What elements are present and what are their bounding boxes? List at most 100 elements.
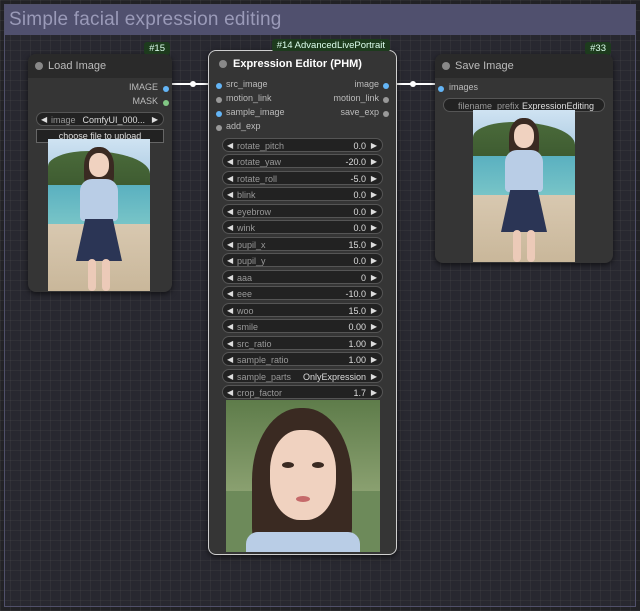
add-exp-input-slot[interactable]	[216, 125, 222, 131]
save-image-node[interactable]: #33 Save Image images filename_prefix Ex…	[435, 42, 613, 263]
arrow-left-icon[interactable]: ◀	[227, 205, 233, 219]
arrow-left-icon[interactable]: ◀	[227, 139, 233, 153]
arrow-right-icon[interactable]: ▶	[371, 155, 377, 169]
group-title[interactable]: Simple facial expression editing	[5, 5, 635, 35]
arrow-left-icon[interactable]: ◀	[227, 238, 233, 252]
output-row: MASK	[28, 96, 172, 110]
image-output-slot[interactable]	[163, 86, 169, 92]
node-title-text: Expression Editor (PHM)	[233, 58, 362, 70]
src-image-input-slot[interactable]	[216, 83, 222, 89]
link-midpoint-dot[interactable]	[190, 81, 196, 87]
arrow-right-icon[interactable]: ▶	[371, 139, 377, 153]
arrow-left-icon[interactable]: ◀	[227, 254, 233, 268]
widget-value: ComfyUI_000...	[82, 115, 145, 125]
io-row: src_image image	[209, 79, 396, 93]
arrow-left-icon[interactable]: ◀	[227, 320, 233, 334]
param-pupil-x-widget[interactable]: ◀ pupil_x 15.0 ▶	[222, 236, 383, 252]
param-label: eyebrow	[237, 206, 272, 217]
param-value: 0.0	[353, 190, 366, 200]
load-image-node[interactable]: #15 Load Image IMAGE MASK ◀ image ComfyU…	[28, 42, 172, 292]
io-row: sample_image save_exp	[209, 107, 396, 121]
param-crop-factor-widget[interactable]: ◀ crop_factor 1.7 ▶	[222, 385, 383, 399]
arrow-left-icon[interactable]: ◀	[227, 370, 233, 384]
arrow-right-icon[interactable]: ▶	[371, 172, 377, 186]
link-midpoint-dot[interactable]	[410, 81, 416, 87]
param-label: smile	[237, 322, 259, 332]
param-wink-widget[interactable]: ◀ wink 0.0 ▶	[222, 220, 383, 234]
arrow-left-icon[interactable]: ◀	[227, 271, 233, 285]
param-sample-ratio-widget[interactable]: ◀ sample_ratio 1.00 ▶	[222, 352, 383, 366]
loaded-image-preview	[48, 139, 150, 291]
param-woo-widget[interactable]: ◀ woo 15.0 ▶	[222, 302, 383, 318]
arrow-right-icon[interactable]: ▶	[371, 238, 377, 252]
arrow-right-icon[interactable]: ▶	[371, 205, 377, 219]
param-pupil-y-widget[interactable]: ◀ pupil_y 0.0 ▶	[222, 253, 383, 267]
arrow-left-icon[interactable]: ◀	[227, 155, 233, 169]
param-value: 1.00	[348, 355, 366, 365]
param-eee-widget[interactable]: ◀ eee -10.0 ▶	[222, 286, 383, 300]
param-value: 0.0	[353, 140, 366, 151]
param-sample-parts-widget[interactable]: ◀ sample_parts OnlyExpression ▶	[222, 368, 383, 384]
input-row: images	[435, 82, 613, 96]
param-label: rotate_pitch	[237, 140, 285, 151]
save-exp-output-slot[interactable]	[383, 111, 389, 117]
arrow-right-icon[interactable]: ▶	[371, 271, 377, 285]
node-title[interactable]: Load Image	[28, 54, 172, 78]
io-row: motion_link motion_link	[209, 93, 396, 107]
node-title[interactable]: Expression Editor (PHM)	[209, 51, 396, 77]
collapse-dot-icon[interactable]	[442, 62, 450, 70]
param-blink-widget[interactable]: ◀ blink 0.0 ▶	[222, 187, 383, 201]
param-smile-widget[interactable]: ◀ smile 0.00 ▶	[222, 319, 383, 333]
arrow-left-icon[interactable]: ◀	[227, 386, 233, 400]
motion-link-output-slot[interactable]	[383, 97, 389, 103]
arrow-right-icon[interactable]: ▶	[371, 370, 377, 384]
arrow-right-icon[interactable]: ▶	[371, 287, 377, 301]
arrow-right-icon[interactable]: ▶	[152, 113, 158, 127]
arrow-left-icon[interactable]: ◀	[227, 172, 233, 186]
param-label: rotate_roll	[237, 173, 278, 184]
arrow-right-icon[interactable]: ▶	[371, 304, 377, 318]
param-label: woo	[237, 305, 254, 316]
sample-image-input-slot[interactable]	[216, 111, 222, 117]
arrow-left-icon[interactable]: ◀	[227, 304, 233, 318]
motion-link-input-slot[interactable]	[216, 97, 222, 103]
io-row: add_exp	[209, 121, 396, 135]
node-title[interactable]: Save Image	[435, 54, 613, 78]
param-label: aaa	[237, 272, 253, 283]
arrow-right-icon[interactable]: ▶	[371, 337, 377, 351]
param-eyebrow-widget[interactable]: ◀ eyebrow 0.0 ▶	[222, 203, 383, 219]
param-value: 15.0	[348, 239, 366, 250]
param-src-ratio-widget[interactable]: ◀ src_ratio 1.00 ▶	[222, 335, 383, 351]
arrow-left-icon[interactable]: ◀	[227, 221, 233, 235]
mask-output-slot[interactable]	[163, 100, 169, 106]
images-input-slot[interactable]	[438, 86, 444, 92]
output-row: IMAGE	[28, 82, 172, 96]
arrow-right-icon[interactable]: ▶	[371, 386, 377, 400]
arrow-left-icon[interactable]: ◀	[227, 353, 233, 367]
arrow-right-icon[interactable]: ▶	[371, 188, 377, 202]
arrow-right-icon[interactable]: ▶	[371, 353, 377, 367]
param-aaa-widget[interactable]: ◀ aaa 0 ▶	[222, 269, 383, 285]
param-rotate-pitch-widget[interactable]: ◀ rotate_pitch 0.0 ▶	[222, 137, 383, 153]
arrow-right-icon[interactable]: ▶	[371, 320, 377, 334]
param-label: rotate_yaw	[237, 157, 282, 167]
arrow-left-icon[interactable]: ◀	[41, 113, 47, 127]
param-value: 0.0	[353, 206, 366, 217]
image-select-widget[interactable]: ◀ image ComfyUI_000... ▶	[36, 112, 164, 126]
collapse-dot-icon[interactable]	[35, 62, 43, 70]
param-value: 0.0	[353, 256, 366, 266]
param-rotate-yaw-widget[interactable]: ◀ rotate_yaw -20.0 ▶	[222, 154, 383, 168]
saved-image-preview	[473, 110, 575, 262]
arrow-right-icon[interactable]: ▶	[371, 221, 377, 235]
image-output-slot[interactable]	[383, 83, 389, 89]
node-title-text: Load Image	[48, 60, 107, 72]
arrow-left-icon[interactable]: ◀	[227, 287, 233, 301]
expression-editor-node[interactable]: #14 AdvancedLivePortrait Expression Edit…	[208, 39, 397, 555]
param-label: blink	[237, 190, 256, 200]
input-label: add_exp	[226, 121, 261, 131]
param-rotate-roll-widget[interactable]: ◀ rotate_roll -5.0 ▶	[222, 170, 383, 186]
arrow-right-icon[interactable]: ▶	[371, 254, 377, 268]
arrow-left-icon[interactable]: ◀	[227, 337, 233, 351]
collapse-dot-icon[interactable]	[219, 60, 227, 68]
arrow-left-icon[interactable]: ◀	[227, 188, 233, 202]
